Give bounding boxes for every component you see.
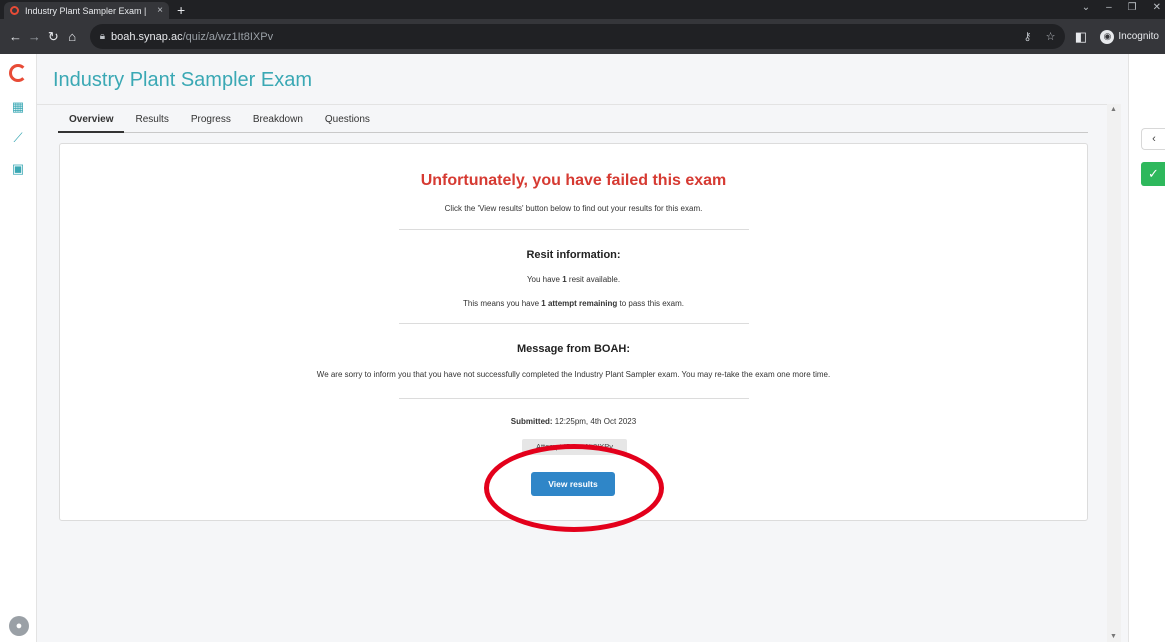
resit-heading: Resit information: — [526, 249, 621, 261]
app-sidebar: ▦ ⟋ ▣ ● — [0, 54, 37, 642]
incognito-icon: ◉ — [1100, 29, 1115, 44]
page-title: Industry Plant Sampler Exam — [53, 69, 312, 91]
user-avatar-icon[interactable]: ● — [9, 616, 29, 636]
lock-icon[interactable]: 🔒︎ — [100, 31, 105, 42]
tab-overview[interactable]: Overview — [58, 111, 125, 133]
right-panel: ‹ ✓ — [1128, 54, 1165, 642]
resit-text-pre: You have — [526, 275, 563, 284]
url-host: boah.synap.ac — [111, 30, 183, 43]
incognito-indicator[interactable]: ◉ Incognito — [1100, 29, 1159, 44]
url-path: /quiz/a/wz1It8IXPv — [182, 30, 274, 43]
incognito-label: Incognito — [1118, 31, 1159, 42]
close-tab-icon[interactable]: × — [157, 5, 163, 16]
attempts-remaining-text: This means you have 1 attempt remaining … — [60, 299, 1087, 308]
bookmark-star-icon[interactable]: ☆ — [1046, 30, 1056, 43]
tab-results[interactable]: Results — [124, 111, 179, 132]
attempts-remaining-count: 1 attempt remaining — [541, 299, 618, 308]
side-panel-icon[interactable]: ◧ — [1071, 29, 1090, 45]
exam-tabs: Overview Results Progress Breakdown Ques… — [58, 111, 1088, 133]
reload-button[interactable]: ↻ — [44, 29, 63, 45]
submitted-value: 12:25pm, 4th Oct 2023 — [552, 417, 637, 426]
collapse-panel-chevron-icon[interactable]: ‹ — [1141, 128, 1165, 150]
window-controls: ⌄ – ❐ ✕ — [1082, 2, 1161, 13]
forward-button[interactable]: → — [25, 29, 44, 44]
close-window-button[interactable]: ✕ — [1153, 2, 1161, 13]
tab-search-icon[interactable]: ⌄ — [1082, 2, 1090, 13]
attempt-text-post: to pass this exam. — [617, 299, 684, 308]
checkmark-icon[interactable]: ✓ — [1141, 162, 1165, 186]
password-key-icon[interactable]: ⚷ — [1024, 30, 1032, 43]
browser-tab[interactable]: Industry Plant Sampler Exam | × — [4, 2, 169, 19]
view-results-button[interactable]: View results — [531, 472, 615, 496]
scroll-up-arrow-icon[interactable]: ▲ — [1110, 106, 1117, 113]
tab-progress[interactable]: Progress — [180, 111, 242, 132]
attempt-id-badge: Attempt ID: wz1It8IXPv — [522, 439, 627, 455]
back-button[interactable]: ← — [6, 29, 25, 44]
browser-tab-strip: Industry Plant Sampler Exam | × + ⌄ – ❐ … — [0, 0, 1165, 19]
divider — [399, 398, 749, 399]
site-favicon-icon — [10, 6, 19, 15]
image-gallery-icon[interactable]: ▣ — [11, 162, 25, 176]
tab-questions[interactable]: Questions — [314, 111, 381, 132]
divider — [399, 229, 749, 230]
trend-chart-icon[interactable]: ⟋ — [11, 131, 25, 145]
scroll-down-arrow-icon[interactable]: ▼ — [1110, 633, 1117, 640]
address-bar[interactable]: 🔒︎ boah.synap.ac/quiz/a/wz1It8IXPv ⚷ ☆ — [89, 24, 1066, 49]
resit-available-text: You have 1 resit available. — [60, 275, 1087, 284]
calendar-check-icon[interactable]: ▦ — [11, 100, 25, 114]
page-scrollbar[interactable]: ▲ ▼ — [1107, 104, 1121, 642]
synap-logo-icon[interactable] — [9, 64, 27, 82]
browser-toolbar: ← → ↻ ⌂ 🔒︎ boah.synap.ac/quiz/a/wz1It8IX… — [0, 19, 1165, 54]
new-tab-button[interactable]: + — [177, 2, 185, 19]
browser-tab-title: Industry Plant Sampler Exam | — [25, 5, 147, 16]
submitted-text: Submitted: 12:25pm, 4th Oct 2023 — [60, 417, 1087, 426]
title-divider — [37, 104, 1107, 105]
message-heading: Message from BOAH: — [516, 343, 631, 355]
fail-heading: Unfortunately, you have failed this exam — [420, 172, 727, 189]
result-card: Unfortunately, you have failed this exam… — [59, 143, 1088, 521]
minimize-button[interactable]: – — [1106, 2, 1112, 13]
restore-button[interactable]: ❐ — [1128, 2, 1137, 13]
attempt-text-pre: This means you have — [463, 299, 542, 308]
resit-text-post: resit available. — [566, 275, 621, 284]
home-button[interactable]: ⌂ — [63, 29, 82, 44]
submitted-label: Submitted: — [510, 417, 553, 426]
divider — [399, 323, 749, 324]
instruction-text: Click the 'View results' button below to… — [444, 204, 703, 213]
message-text: We are sorry to inform you that you have… — [316, 370, 831, 379]
tab-breakdown[interactable]: Breakdown — [242, 111, 314, 132]
